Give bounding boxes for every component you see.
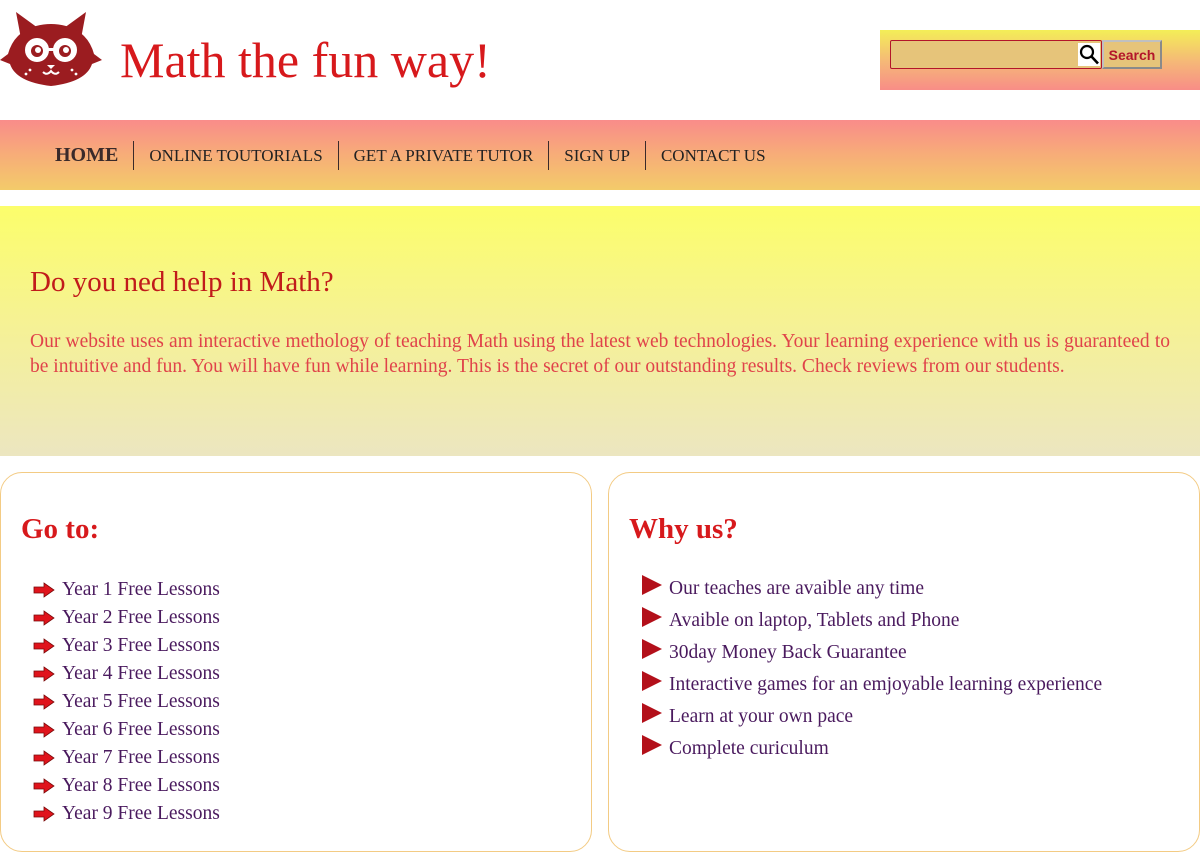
why-list-item: 30day Money Back Guarantee [641, 639, 1102, 673]
lesson-label: Year 9 Free Lessons [62, 803, 220, 824]
nav-list: HOME ONLINE TOUTORIALS GET A PRIVATE TUT… [40, 141, 781, 170]
why-item-label: Interactive games for an emjoyable learn… [669, 674, 1103, 695]
lesson-link[interactable]: Year 2 Free Lessons [33, 604, 220, 632]
lesson-link[interactable]: Year 5 Free Lessons [33, 688, 220, 716]
arrow-right-icon [33, 806, 55, 822]
site-title: Math the fun way! [120, 32, 491, 88]
arrow-right-icon [33, 694, 55, 710]
nav-item-contact-us[interactable]: CONTACT US [644, 141, 781, 170]
cat-logo-icon[interactable] [0, 8, 102, 88]
lesson-link[interactable]: Year 9 Free Lessons [33, 800, 220, 828]
why-item-label: Complete curiculum [669, 738, 829, 759]
lesson-link[interactable]: Year 7 Free Lessons [33, 744, 220, 772]
arrow-right-icon [33, 666, 55, 682]
arrow-right-icon [33, 582, 55, 598]
goto-title: Go to: [21, 513, 100, 545]
site-header: Math the fun way! Search [0, 0, 1200, 120]
triangle-bullet-icon [642, 607, 662, 627]
arrow-right-icon [33, 638, 55, 654]
lesson-label: Year 6 Free Lessons [62, 719, 220, 740]
why-list-item: Our teaches are avaible any time [641, 575, 1102, 609]
arrow-right-icon [33, 750, 55, 766]
nav-item-private-tutor[interactable]: GET A PRIVATE TUTOR [337, 141, 549, 170]
why-title: Why us? [629, 513, 738, 545]
lesson-label: Year 2 Free Lessons [62, 607, 220, 628]
arrow-right-icon [33, 778, 55, 794]
why-list-item: Avaible on laptop, Tablets and Phone [641, 607, 1102, 641]
goto-panel: Go to: Year 1 Free Lessons Year 2 Free Le… [0, 472, 592, 852]
nav-item-online-tutorials[interactable]: ONLINE TOUTORIALS [133, 141, 337, 170]
triangle-bullet-icon [642, 703, 662, 723]
why-list-item: Complete curiculum [641, 735, 1102, 769]
hero-section: Do you ned help in Math? Our website use… [0, 206, 1200, 456]
why-item-label: Avaible on laptop, Tablets and Phone [669, 610, 960, 631]
lesson-label: Year 1 Free Lessons [62, 579, 220, 600]
why-item-label: 30day Money Back Guarantee [669, 642, 907, 663]
triangle-bullet-icon [642, 575, 662, 595]
search-input[interactable] [890, 40, 1102, 69]
hero-title: Do you ned help in Math? [30, 266, 334, 298]
nav-item-home[interactable]: HOME [40, 141, 133, 170]
lesson-label: Year 4 Free Lessons [62, 663, 220, 684]
nav-item-sign-up[interactable]: SIGN UP [548, 141, 645, 170]
why-list: Our teaches are avaible any time Avaible … [641, 575, 1103, 769]
lesson-link[interactable]: Year 3 Free Lessons [33, 632, 220, 660]
triangle-bullet-icon [642, 639, 662, 659]
arrow-right-icon [33, 722, 55, 738]
why-list-item: Learn at your own pace [641, 703, 1102, 737]
lesson-list: Year 1 Free Lessons Year 2 Free Lessons Ye… [33, 576, 220, 828]
lesson-label: Year 5 Free Lessons [62, 691, 220, 712]
triangle-bullet-icon [642, 735, 662, 755]
lesson-label: Year 7 Free Lessons [62, 747, 220, 768]
arrow-right-icon [33, 610, 55, 626]
why-item-label: Learn at your own pace [669, 706, 854, 727]
lesson-label: Year 8 Free Lessons [62, 775, 220, 796]
triangle-bullet-icon [642, 671, 662, 691]
search-button[interactable]: Search [1102, 40, 1162, 69]
hero-text: Our website uses am interactive metholog… [30, 331, 1170, 377]
why-panel: Why us? Our teaches are avaible any time… [608, 472, 1200, 852]
lesson-label: Year 3 Free Lessons [62, 635, 220, 656]
main-nav: HOME ONLINE TOUTORIALS GET A PRIVATE TUT… [0, 120, 1200, 190]
why-item-label: Our teaches are avaible any time [669, 578, 924, 599]
lesson-link[interactable]: Year 4 Free Lessons [33, 660, 220, 688]
lesson-link[interactable]: Year 8 Free Lessons [33, 772, 220, 800]
lesson-link[interactable]: Year 1 Free Lessons [33, 576, 220, 604]
search-icon[interactable] [1078, 43, 1100, 66]
search-box: Search [880, 30, 1200, 90]
why-list-item: Interactive games for an emjoyable learn… [641, 671, 1103, 705]
lesson-link[interactable]: Year 6 Free Lessons [33, 716, 220, 744]
